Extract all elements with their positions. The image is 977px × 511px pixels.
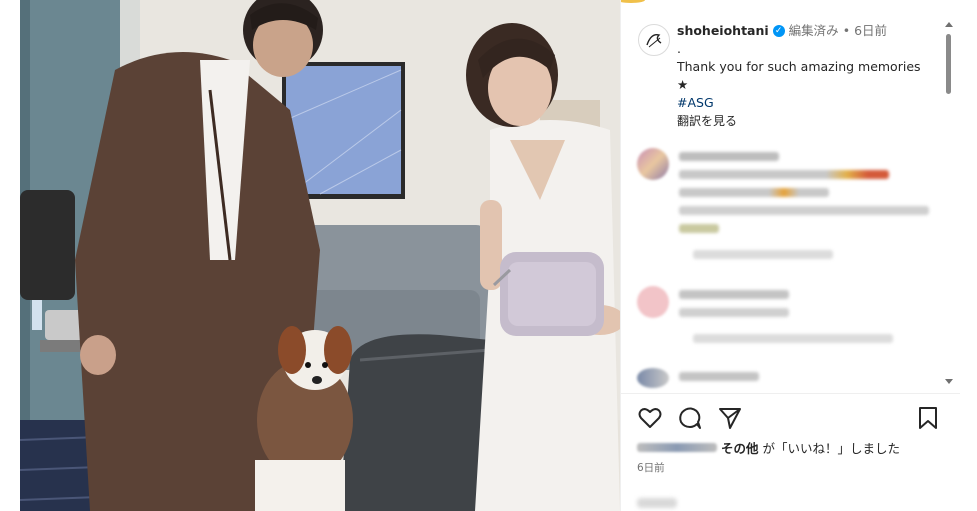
comment-username-blur bbox=[679, 152, 779, 161]
scroll-up-icon[interactable] bbox=[945, 22, 953, 27]
hashtag-link[interactable]: #ASG bbox=[677, 94, 947, 112]
comment-text-blur bbox=[679, 308, 789, 317]
separator: • bbox=[842, 23, 851, 38]
post-date[interactable]: 6日前 bbox=[637, 460, 665, 475]
comment-text-blur bbox=[679, 170, 889, 179]
add-comment-blur bbox=[637, 498, 677, 508]
bookmark-icon[interactable] bbox=[915, 405, 941, 431]
comment-meta-blur bbox=[693, 250, 833, 259]
post-caption: shoheiohtani ✓ 編集済み • 6日前 . Thank you fo… bbox=[677, 22, 947, 130]
caption-header: shoheiohtani ✓ 編集済み • 6日前 bbox=[677, 22, 947, 40]
verified-badge-icon: ✓ bbox=[772, 25, 785, 37]
translate-link[interactable]: 翻訳を見る bbox=[677, 112, 947, 130]
comment-avatar[interactable] bbox=[637, 368, 669, 388]
avatar[interactable] bbox=[638, 24, 670, 56]
comment-username-blur bbox=[679, 372, 759, 381]
liker-names-blur bbox=[637, 443, 717, 452]
comment-text-blur bbox=[679, 206, 929, 215]
comment-username-blur bbox=[679, 290, 789, 299]
post-side-panel: shoheiohtani ✓ 編集済み • 6日前 . Thank you fo… bbox=[620, 0, 977, 511]
edited-label: 編集済み bbox=[788, 23, 839, 38]
comment-avatar[interactable] bbox=[637, 286, 669, 318]
likes-others-link[interactable]: その他 bbox=[721, 438, 759, 457]
scrollbar-thumb[interactable] bbox=[946, 34, 951, 94]
likes-suffix: が「いいね！」しました bbox=[762, 441, 901, 456]
actions-divider bbox=[621, 393, 961, 394]
comment-text-blur bbox=[679, 188, 829, 197]
username-link[interactable]: shoheiohtani bbox=[677, 22, 769, 40]
heart-icon[interactable] bbox=[637, 405, 663, 431]
comment-icon[interactable] bbox=[677, 405, 703, 431]
avatar-logo bbox=[646, 34, 662, 48]
caption-line: Thank you for such amazing memories bbox=[677, 59, 921, 74]
post-actions bbox=[637, 405, 941, 431]
scroll-down-icon[interactable] bbox=[945, 379, 953, 384]
caption-line: ★ bbox=[677, 77, 689, 92]
share-icon[interactable] bbox=[717, 405, 743, 431]
comment-meta-blur bbox=[693, 334, 893, 343]
photo-illustration bbox=[20, 0, 620, 511]
comments-scrollbar[interactable] bbox=[943, 22, 955, 384]
caption-line: . bbox=[677, 41, 681, 56]
top-edge bbox=[621, 0, 645, 3]
right-margin bbox=[960, 0, 977, 511]
post-photo[interactable] bbox=[20, 0, 620, 511]
comment-text-blur bbox=[679, 224, 719, 233]
likes-summary: その他 が「いいね！」しました bbox=[637, 438, 900, 457]
left-margin bbox=[0, 0, 20, 511]
comment-avatar[interactable] bbox=[637, 148, 669, 180]
post-time[interactable]: 6日前 bbox=[854, 22, 887, 40]
